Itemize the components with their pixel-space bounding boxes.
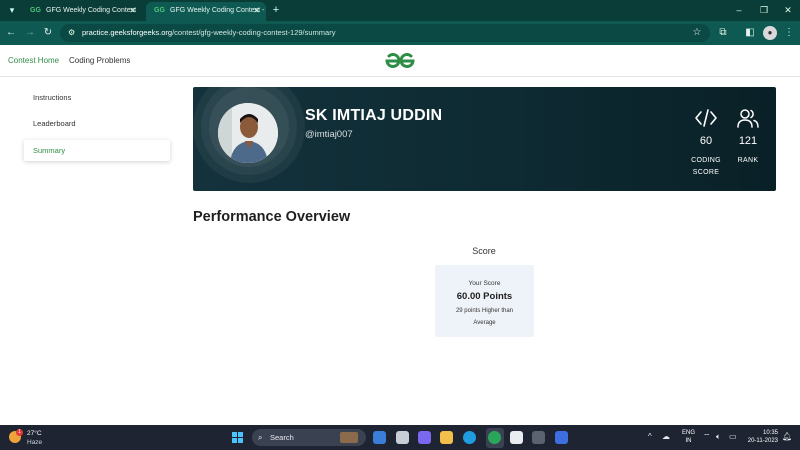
volume-icon[interactable]: 🔈︎ [716, 431, 721, 443]
site-header: Contest Home Coding Problems [0, 45, 800, 77]
rank-label: RANK [737, 157, 759, 164]
widgets-app-icon[interactable] [373, 431, 386, 444]
user-handle: @imtiaj007 [305, 129, 353, 140]
tray-chevron-icon[interactable]: ^ [648, 431, 652, 443]
users-icon [736, 107, 760, 129]
profile-card: SK IMTIAJ UDDIN @imtiaj007 60 CODING SCO… [193, 87, 776, 191]
wifi-icon[interactable]: ⌔ [703, 431, 711, 443]
side-panel-icon[interactable]: ◧ [743, 26, 757, 40]
profile-photo [218, 103, 278, 163]
tab-title: GFG Weekly Coding Contest [46, 7, 137, 14]
score-heading: Score [472, 246, 496, 256]
chrome-browser-icon[interactable] [488, 431, 501, 444]
search-icon: ⌕ [258, 433, 263, 442]
app-icon[interactable] [555, 431, 568, 444]
score-comparison: 29 points Higher than Average [455, 308, 514, 326]
sidebar-item-leaderboard[interactable]: Leaderboard [24, 113, 170, 134]
battery-icon[interactable]: ▭ [729, 431, 737, 443]
reload-icon[interactable]: ↻ [41, 26, 55, 40]
clock-time: 10:35 [762, 430, 778, 436]
sidebar-item-instructions[interactable]: Instructions [24, 87, 170, 108]
edge-browser-icon[interactable] [463, 431, 476, 444]
browser-address-bar: ← → ↻ ⚙ practice.geeksforgeeks.org/conte… [0, 21, 800, 45]
app-icon[interactable] [532, 431, 545, 444]
tab-title: GFG Weekly Coding Contest - [170, 7, 265, 14]
search-label: Search [270, 433, 294, 442]
gfg-logo-icon [385, 53, 415, 68]
your-score-label: Your Score [468, 280, 501, 287]
coding-score-label: CODING SCORE [691, 157, 721, 176]
rank-value: 121 [738, 135, 758, 147]
teams-app-icon[interactable] [418, 431, 431, 444]
close-window-icon[interactable]: ✕ [781, 3, 795, 17]
gfg-favicon-icon: GG [154, 7, 165, 14]
weather-description[interactable]: Haze [27, 439, 42, 446]
url-field[interactable]: ⚙ practice.geeksforgeeks.org/contest/gfg… [60, 24, 710, 42]
user-name: SK IMTIAJ UDDIN [305, 107, 443, 124]
clock-date: 20-11-2023 [747, 438, 778, 444]
points-value: 60.00 Points [456, 291, 513, 302]
minimize-icon[interactable]: – [732, 3, 746, 17]
gfg-favicon-icon: GG [30, 7, 41, 14]
notifications-icon[interactable]: 🔔︎ [782, 431, 792, 443]
task-view-icon[interactable] [396, 431, 409, 444]
new-tab-icon[interactable]: + [270, 4, 282, 16]
tab-close-icon[interactable]: ✕ [129, 2, 136, 20]
code-icon [694, 107, 718, 129]
region-code: IN [685, 438, 692, 444]
windows-taskbar: 1 27°C Haze ⌕ Search ^ ☁ ENG IN ⌔ 🔈︎ ▭ 1… [0, 425, 800, 450]
coding-score-value: 60 [699, 135, 713, 147]
coding-problems-link[interactable]: Coding Problems [69, 56, 130, 65]
profile-avatar-icon[interactable]: ● [763, 26, 777, 40]
restore-icon[interactable]: ❐ [757, 3, 771, 17]
language-indicator[interactable]: ENG IN [682, 429, 695, 445]
browser-tab[interactable]: GG GFG Weekly Coding Contest ✕ [22, 2, 142, 21]
browser-menu-icon[interactable]: ⋮ [782, 26, 796, 40]
site-info-icon[interactable]: ⚙ [68, 24, 75, 42]
url-host: practice.geeksforgeeks.org [82, 28, 173, 37]
url-path: /contest/gfg-weekly-coding-contest-129/s… [172, 28, 336, 37]
extensions-icon[interactable]: ⧉ [716, 26, 730, 40]
sidebar-item-summary[interactable]: Summary [24, 140, 170, 161]
gfg-logo[interactable] [383, 51, 417, 71]
search-highlight-image [340, 432, 358, 443]
browser-tab-active[interactable]: GG GFG Weekly Coding Contest - ✕ [146, 2, 266, 21]
bookmark-star-icon[interactable]: ☆ [690, 26, 704, 40]
system-clock[interactable]: 10:35 20-11-2023 [744, 429, 778, 445]
store-app-icon[interactable] [510, 431, 523, 444]
score-card: Your Score 60.00 Points 29 points Higher… [435, 265, 534, 337]
onedrive-icon[interactable]: ☁ [662, 431, 670, 443]
contest-home-link[interactable]: Contest Home [8, 56, 59, 65]
profile-avatar [218, 103, 278, 163]
browser-tab-bar: ▾ GG GFG Weekly Coding Contest ✕ GG GFG … [0, 0, 800, 21]
weather-badge: 1 [16, 429, 23, 436]
back-icon[interactable]: ← [4, 26, 18, 40]
taskbar-search[interactable]: ⌕ Search [252, 429, 366, 446]
forward-icon[interactable]: → [23, 26, 37, 40]
performance-overview-title: Performance Overview [193, 209, 351, 225]
language-code: ENG [682, 430, 696, 436]
tab-search-chevron-icon[interactable]: ▾ [5, 3, 19, 17]
file-explorer-icon[interactable] [440, 431, 453, 444]
windows-start-icon[interactable] [232, 432, 243, 443]
weather-temperature[interactable]: 27°C [27, 430, 42, 437]
tab-close-icon[interactable]: ✕ [253, 2, 260, 20]
